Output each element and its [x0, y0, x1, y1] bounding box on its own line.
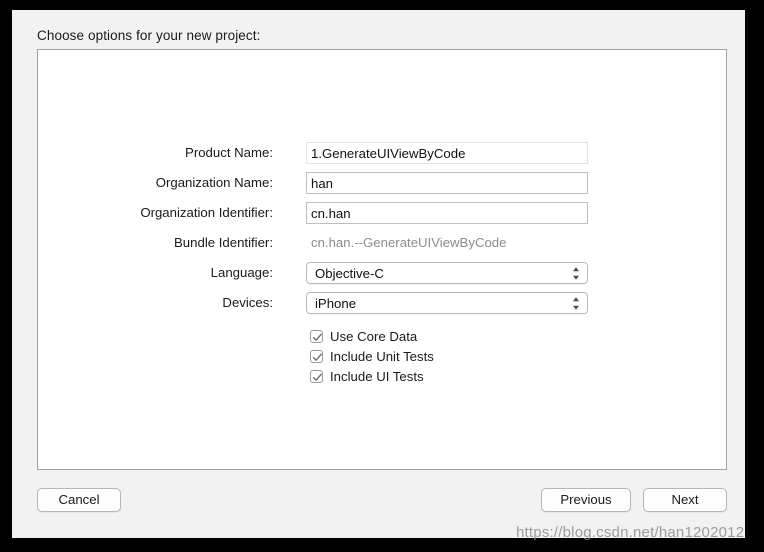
field-wrap-organization-identifier	[306, 202, 588, 224]
language-select[interactable]: Objective-C	[306, 262, 588, 284]
field-wrap-language: Objective-C	[306, 262, 588, 284]
form-row-devices: Devices: iPhone	[38, 292, 726, 322]
form-row-bundle-identifier: Bundle Identifier: cn.han.--GenerateUIVi…	[38, 232, 726, 262]
chevron-up-down-icon	[570, 263, 582, 284]
checkbox-row-use-core-data[interactable]: Use Core Data	[310, 326, 434, 346]
form-row-language: Language: Objective-C	[38, 262, 726, 292]
project-options-form: Product Name: Organization Name: Organiz…	[38, 142, 726, 322]
checkmark-icon	[312, 353, 322, 361]
devices-select-value: iPhone	[315, 296, 357, 311]
label-language: Language:	[210, 265, 273, 280]
organization-identifier-input[interactable]	[306, 202, 588, 224]
project-options-checkbox-group: Use Core Data Include Unit Tests Include…	[310, 326, 434, 386]
label-organization-identifier: Organization Identifier:	[140, 205, 273, 220]
field-wrap-bundle-identifier: cn.han.--GenerateUIViewByCode	[306, 232, 588, 254]
checkmark-icon	[312, 373, 322, 381]
checkbox-row-include-ui-tests[interactable]: Include UI Tests	[310, 366, 434, 386]
field-wrap-organization-name	[306, 172, 588, 194]
label-product-name: Product Name:	[185, 145, 273, 160]
form-row-organization-name: Organization Name:	[38, 172, 726, 202]
language-select-value: Objective-C	[315, 266, 384, 281]
options-panel: Product Name: Organization Name: Organiz…	[37, 49, 727, 470]
organization-name-input[interactable]	[306, 172, 588, 194]
cancel-button[interactable]: Cancel	[37, 488, 121, 512]
checkmark-icon	[312, 333, 322, 341]
checkbox-label-use-core-data: Use Core Data	[330, 328, 418, 344]
previous-button[interactable]: Previous	[541, 488, 631, 512]
watermark-text: https://blog.csdn.net/han1202012	[516, 524, 745, 541]
checkbox-include-ui-tests[interactable]	[310, 369, 323, 383]
label-devices: Devices:	[222, 295, 273, 310]
chevron-up-down-icon	[570, 293, 582, 314]
checkbox-include-unit-tests[interactable]	[310, 349, 323, 363]
checkbox-label-include-ui-tests: Include UI Tests	[330, 368, 424, 384]
next-button[interactable]: Next	[643, 488, 727, 512]
form-row-product-name: Product Name:	[38, 142, 726, 172]
field-wrap-devices: iPhone	[306, 292, 588, 314]
bundle-identifier-value: cn.han.--GenerateUIViewByCode	[311, 235, 507, 250]
devices-select[interactable]: iPhone	[306, 292, 588, 314]
checkbox-use-core-data[interactable]	[310, 329, 323, 343]
field-wrap-product-name	[306, 142, 588, 164]
checkbox-label-include-unit-tests: Include Unit Tests	[330, 348, 434, 364]
product-name-input[interactable]	[306, 142, 588, 164]
form-row-organization-identifier: Organization Identifier:	[38, 202, 726, 232]
new-project-options-dialog: Choose options for your new project: Pro…	[12, 10, 745, 538]
dialog-title: Choose options for your new project:	[37, 28, 261, 43]
label-organization-name: Organization Name:	[155, 175, 273, 190]
label-bundle-identifier: Bundle Identifier:	[174, 235, 273, 250]
checkbox-row-include-unit-tests[interactable]: Include Unit Tests	[310, 346, 434, 366]
